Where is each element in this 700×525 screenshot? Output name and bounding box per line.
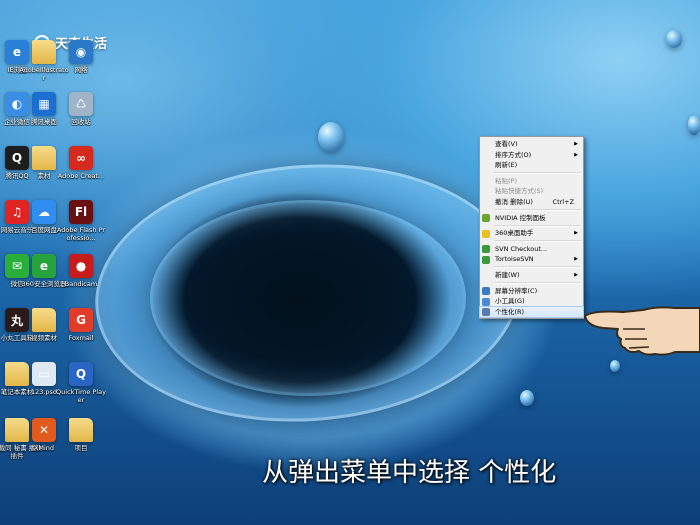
menu-item[interactable]: 小工具(G) [480, 296, 583, 307]
submenu-arrow-icon: ▶ [574, 271, 578, 278]
recycle-bin-icon: ♺ [69, 92, 93, 116]
water-drop [666, 30, 682, 48]
foxmail-icon: G [69, 308, 93, 332]
menu-item[interactable]: NVIDIA 控制面板 [480, 213, 583, 224]
menu-item-label: SVN Checkout... [495, 244, 548, 253]
menu-item[interactable]: 360桌面助手 ▶ [480, 228, 583, 239]
desktop-icon-label: 网络 [74, 66, 88, 74]
tutorial-caption: 从弹出菜单中选择 个性化 [262, 458, 557, 488]
desktop-icon-label: 回收站 [71, 118, 91, 126]
submenu-arrow-icon: ▶ [574, 141, 578, 147]
menu-item[interactable]: 粘贴快捷方式(S) [480, 186, 583, 197]
pointing-hand-icon [584, 306, 700, 356]
tencent-desktop-icon: ▦ [32, 92, 56, 116]
menu-item-label: 粘贴(P) [495, 176, 517, 185]
quicktime-icon: Q [69, 362, 93, 386]
menu-item-label: 粘贴快捷方式(S) [495, 187, 544, 196]
menu-item-icon [482, 255, 490, 264]
water-drop [520, 390, 534, 406]
desktop-icon[interactable]: G Foxmail [56, 308, 106, 342]
menu-item[interactable]: 个性化(R) [479, 305, 584, 319]
menu-separator [494, 172, 581, 175]
bandicam-icon: ● [69, 254, 93, 278]
desktop-icon[interactable]: Fl Adobe Flash Professio... [56, 200, 106, 242]
menu-item[interactable]: 屏幕分辨率(C) [480, 286, 583, 297]
menu-item-label: NVIDIA 控制面板 [495, 213, 546, 222]
menu-item-shortcut: Ctrl+Z [552, 197, 574, 206]
menu-item[interactable]: 查看(V) ▶ [480, 139, 583, 150]
water-drop [610, 360, 620, 372]
desktop-icon-label: Foxmail [68, 334, 94, 342]
menu-item[interactable]: TortoiseSVN ▶ [480, 254, 583, 265]
menu-separator [494, 282, 581, 285]
adobe-cc-icon: ∞ [69, 146, 93, 170]
menu-item-label: 个性化(R) [495, 307, 525, 316]
water-drop [318, 122, 344, 152]
submenu-arrow-icon: ▶ [574, 256, 578, 263]
menu-item-label: TortoiseSVN [495, 255, 534, 264]
network-icon: ◉ [69, 40, 93, 64]
menu-item-label: 排序方式(O) [495, 150, 532, 159]
menu-item[interactable]: 撤消 删除(U) Ctrl+Z [480, 197, 583, 208]
menu-item[interactable]: 粘贴(P) [480, 176, 583, 187]
desktop-icon[interactable]: 项目 [56, 418, 106, 452]
desktop-icon-label: Bandicam [64, 280, 98, 288]
menu-item-icon [482, 297, 490, 306]
menu-separator [494, 240, 581, 243]
desktop-icon-label: 项目 [74, 444, 88, 452]
desktop-icon[interactable]: ● Bandicam [56, 254, 106, 288]
menu-item-icon [482, 245, 490, 254]
desktop-icon[interactable]: ◉ 网络 [56, 40, 106, 74]
folder-icon [32, 146, 56, 170]
menu-item-label: 360桌面助手 [495, 229, 534, 238]
menu-item-label: 刷新(E) [495, 161, 518, 170]
desktop-icon[interactable]: ♺ 回收站 [56, 92, 106, 126]
menu-item-icon [482, 214, 490, 223]
desktop-icon-label: Adobe Creat... [57, 172, 105, 180]
menu-item-label: 屏幕分辨率(C) [495, 286, 538, 295]
folder-icon [32, 40, 56, 64]
submenu-arrow-icon: ▶ [574, 230, 578, 237]
menu-item[interactable]: 新建(W) ▶ [480, 270, 583, 281]
menu-item-label: 小工具(G) [495, 297, 525, 306]
desktop-icon[interactable]: ∞ Adobe Creat... [56, 146, 106, 180]
xmind-icon: ✕ [32, 418, 56, 442]
folder-icon [69, 418, 93, 442]
360-browser-icon: e [32, 254, 56, 278]
flash-icon: Fl [69, 200, 93, 224]
menu-item-icon [482, 308, 490, 317]
menu-item[interactable]: SVN Checkout... [480, 244, 583, 255]
folder-icon [32, 308, 56, 332]
desktop-icon[interactable]: Q QuickTime Player [56, 362, 106, 404]
menu-item-label: 撤消 删除(U) [495, 197, 533, 206]
menu-separator [494, 209, 581, 212]
desktop-context-menu: 查看(V) ▶ 排序方式(O) ▶ 刷新(E) 粘贴(P) 粘贴快捷方式(S) 撤消 删除(U… [479, 136, 584, 319]
water-drop [688, 115, 700, 135]
menu-item[interactable]: 刷新(E) [480, 160, 583, 171]
submenu-arrow-icon: ▶ [574, 151, 578, 158]
menu-item[interactable]: 排序方式(O) ▶ [480, 150, 583, 161]
baidu-netdisk-icon: ☁ [32, 200, 56, 224]
water-splash-inner [150, 200, 466, 396]
menu-item-icon [482, 287, 490, 296]
desktop-icon-label: QuickTime Player [56, 388, 106, 404]
psd-file-icon: ▭ [32, 362, 56, 386]
menu-separator [494, 266, 581, 269]
menu-separator [494, 224, 581, 227]
menu-item-icon [482, 229, 490, 238]
menu-item-label: 新建(W) [495, 270, 520, 279]
menu-item-label: 查看(V) [495, 140, 518, 148]
desktop-icon-label: Adobe Flash Professio... [56, 226, 106, 242]
